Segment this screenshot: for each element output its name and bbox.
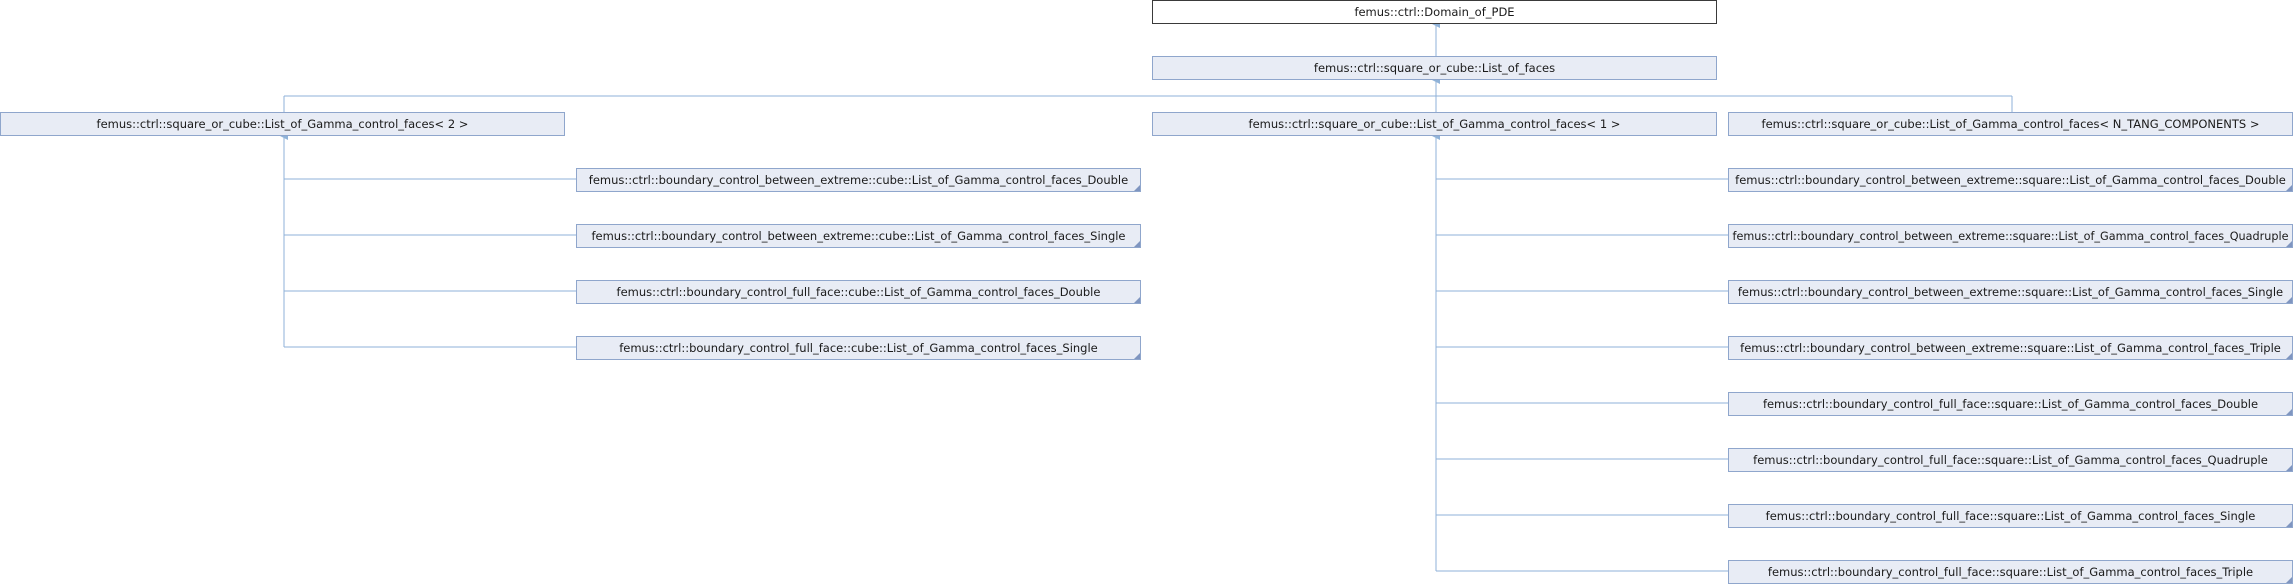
node-label: femus::ctrl::boundary_control_full_face:…: [1763, 397, 2258, 411]
node-label: femus::ctrl::boundary_control_between_ex…: [1738, 285, 2283, 299]
node-label: femus::ctrl::boundary_control_full_face:…: [617, 285, 1101, 299]
node-label: femus::ctrl::boundary_control_between_ex…: [589, 173, 1128, 187]
node-label: femus::ctrl::square_or_cube::List_of_Gam…: [1762, 117, 2260, 131]
node-label: femus::ctrl::boundary_control_between_ex…: [1735, 173, 2286, 187]
node-square-between-extreme-triple[interactable]: femus::ctrl::boundary_control_between_ex…: [1728, 336, 2293, 360]
node-label: femus::ctrl::boundary_control_between_ex…: [1740, 341, 2281, 355]
node-square-between-extreme-single[interactable]: femus::ctrl::boundary_control_between_ex…: [1728, 280, 2293, 304]
node-cube-full-face-single[interactable]: femus::ctrl::boundary_control_full_face:…: [576, 336, 1141, 360]
node-cube-between-extreme-single[interactable]: femus::ctrl::boundary_control_between_ex…: [576, 224, 1141, 248]
node-square-between-extreme-double[interactable]: femus::ctrl::boundary_control_between_ex…: [1728, 168, 2293, 192]
node-domain-of-pde[interactable]: femus::ctrl::Domain_of_PDE: [1152, 0, 1717, 24]
node-gamma-control-faces-n-tang[interactable]: femus::ctrl::square_or_cube::List_of_Gam…: [1728, 112, 2293, 136]
node-square-full-face-single[interactable]: femus::ctrl::boundary_control_full_face:…: [1728, 504, 2293, 528]
inheritance-diagram: femus::ctrl::Domain_of_PDE femus::ctrl::…: [0, 0, 2293, 584]
node-label: femus::ctrl::boundary_control_full_face:…: [1766, 509, 2256, 523]
node-gamma-control-faces-2[interactable]: femus::ctrl::square_or_cube::List_of_Gam…: [0, 112, 565, 136]
node-label: femus::ctrl::boundary_control_between_ex…: [1733, 229, 2289, 243]
node-gamma-control-faces-1[interactable]: femus::ctrl::square_or_cube::List_of_Gam…: [1152, 112, 1717, 136]
node-label: femus::ctrl::boundary_control_full_face:…: [619, 341, 1098, 355]
node-label: femus::ctrl::boundary_control_full_face:…: [1768, 565, 2253, 579]
node-cube-between-extreme-double[interactable]: femus::ctrl::boundary_control_between_ex…: [576, 168, 1141, 192]
node-square-between-extreme-quadruple[interactable]: femus::ctrl::boundary_control_between_ex…: [1728, 224, 2293, 248]
node-label: femus::ctrl::Domain_of_PDE: [1354, 5, 1514, 19]
node-list-of-faces[interactable]: femus::ctrl::square_or_cube::List_of_fac…: [1152, 56, 1717, 80]
node-cube-full-face-double[interactable]: femus::ctrl::boundary_control_full_face:…: [576, 280, 1141, 304]
node-label: femus::ctrl::square_or_cube::List_of_fac…: [1314, 61, 1555, 75]
node-label: femus::ctrl::boundary_control_between_ex…: [591, 229, 1125, 243]
node-square-full-face-double[interactable]: femus::ctrl::boundary_control_full_face:…: [1728, 392, 2293, 416]
node-label: femus::ctrl::square_or_cube::List_of_Gam…: [97, 117, 469, 131]
node-square-full-face-quadruple[interactable]: femus::ctrl::boundary_control_full_face:…: [1728, 448, 2293, 472]
node-square-full-face-triple[interactable]: femus::ctrl::boundary_control_full_face:…: [1728, 560, 2293, 584]
node-label: femus::ctrl::boundary_control_full_face:…: [1753, 453, 2268, 467]
node-label: femus::ctrl::square_or_cube::List_of_Gam…: [1249, 117, 1621, 131]
